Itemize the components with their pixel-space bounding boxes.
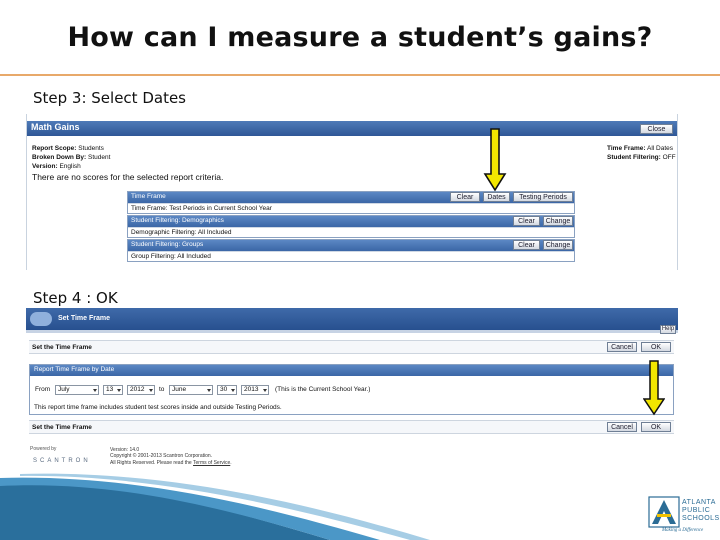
date-range-row: From July 13 2012 to June 30 2013 (This … [33, 385, 663, 397]
criteria-title: Student Filtering: Demographics [131, 217, 224, 224]
aps-line-2: PUBLIC [682, 507, 711, 514]
rights-line: All Rights Reserved. Please read the Ter… [110, 460, 232, 466]
broken-down-info: Broken Down By: Student [32, 154, 110, 161]
from-month-select[interactable]: July [55, 385, 99, 395]
date-range-panel: Report Time Frame by Date From July 13 2… [29, 364, 674, 415]
slide-title: How can I measure a student’s gains? [67, 22, 653, 53]
report-scope-label: Report Scope: [32, 145, 77, 152]
close-button[interactable]: Close [640, 124, 673, 134]
version-label: Version: [32, 163, 58, 170]
broken-down-label: Broken Down By: [32, 154, 87, 161]
terms-of-service-link[interactable]: Terms of Service [193, 460, 230, 466]
aps-line-3: SCHOOLS [682, 515, 720, 522]
groups-criteria-header: Student Filtering: Groups Clear Change [128, 240, 574, 251]
broken-down-value: Student [87, 154, 111, 161]
dates-button[interactable]: Dates [483, 192, 510, 202]
clear-button[interactable]: Clear [450, 192, 480, 202]
student-filtering-info: Student Filtering: OFF [607, 154, 676, 161]
ok-button[interactable]: OK [641, 342, 671, 352]
set-time-frame-title: Set Time Frame [58, 315, 111, 322]
student-filtering-label: Student Filtering: [607, 154, 661, 161]
groups-criteria: Student Filtering: Groups Clear Change G… [127, 239, 575, 262]
change-button[interactable]: Change [543, 240, 573, 250]
date-range-header: Report Time Frame by Date [30, 365, 673, 376]
aps-logo-icon [648, 496, 680, 528]
aps-wordmark: ATLANTA PUBLIC SCHOOLS [682, 499, 720, 523]
scantron-logo: SCANTRON [33, 458, 91, 464]
terms-end: . [230, 459, 232, 466]
demographics-criteria-header: Student Filtering: Demographics Clear Ch… [128, 216, 574, 227]
from-day-select[interactable]: 13 [103, 385, 123, 395]
to-month-select[interactable]: June [169, 385, 213, 395]
version-info: Version: English [32, 163, 81, 170]
time-frame-label: Time Frame: [607, 145, 646, 152]
report-scope-info: Report Scope: Students [32, 145, 104, 152]
criteria-detail-row: Time Frame: Test Periods in Current Scho… [128, 203, 574, 213]
set-time-frame-label: Set the Time Frame [32, 424, 92, 431]
criteria-detail: Demographic Filtering: All Included [131, 229, 232, 236]
powered-by-label: Powered by [30, 446, 57, 452]
math-gains-screenshot: Math Gains Close Report Scope: Students … [26, 114, 678, 270]
copyright-block: Version: 14.0 Copyright © 2001-2013 Scan… [110, 447, 232, 466]
current-year-note: (This is the Current School Year.) [275, 386, 371, 393]
set-time-frame-bar-top: Set the Time Frame Cancel OK [29, 340, 674, 354]
to-day-select[interactable]: 30 [217, 385, 237, 395]
set-time-frame-header: Set Time Frame [26, 308, 678, 330]
math-gains-header: Math Gains Close [27, 121, 677, 136]
cancel-button[interactable]: Cancel [607, 342, 637, 352]
criteria-detail-row: Demographic Filtering: All Included [128, 227, 574, 237]
title-divider [0, 74, 720, 76]
demographics-criteria: Student Filtering: Demographics Clear Ch… [127, 215, 575, 238]
header-stripe [26, 330, 678, 333]
from-year-select[interactable]: 2012 [127, 385, 155, 395]
testing-periods-button[interactable]: Testing Periods [513, 192, 573, 202]
cancel-button[interactable]: Cancel [607, 422, 637, 432]
set-time-frame-bar-bottom: Set the Time Frame Cancel OK [29, 420, 674, 434]
testing-periods-note: This report time frame includes student … [34, 404, 282, 411]
app-logo-icon [30, 312, 52, 326]
step-4-label: Step 4 : OK [33, 289, 118, 307]
from-label: From [35, 386, 51, 393]
decorative-swoosh [0, 473, 430, 540]
down-arrow-icon [643, 360, 665, 416]
change-button[interactable]: Change [543, 216, 573, 226]
student-filtering-value: OFF [662, 154, 676, 161]
criteria-detail: Group Filtering: All Included [131, 253, 211, 260]
criteria-detail-row: Group Filtering: All Included [128, 251, 574, 261]
down-arrow-icon [483, 128, 507, 192]
time-frame-criteria: Time Frame Clear Dates Testing Periods T… [127, 191, 575, 214]
version-value: English [59, 163, 81, 170]
step-3-label: Step 3: Select Dates [33, 89, 186, 107]
criteria-title: Time Frame [131, 193, 166, 200]
to-year-select[interactable]: 2013 [241, 385, 269, 395]
math-gains-title: Math Gains [31, 122, 80, 132]
report-scope-value: Students [78, 145, 104, 152]
to-label: to [159, 386, 165, 393]
ok-button[interactable]: OK [641, 422, 671, 432]
set-time-frame-screenshot: Set Time Frame Help Set the Time Frame C… [26, 308, 678, 440]
help-button[interactable]: Help [660, 325, 676, 334]
clear-button[interactable]: Clear [513, 240, 540, 250]
aps-line-1: ATLANTA [682, 499, 716, 506]
rights-text: All Rights Reserved. Please read the [110, 459, 192, 466]
time-frame-value: All Dates [647, 145, 674, 152]
clear-button[interactable]: Clear [513, 216, 540, 226]
no-scores-message: There are no scores for the selected rep… [32, 172, 224, 182]
time-frame-criteria-header: Time Frame Clear Dates Testing Periods [128, 192, 574, 203]
criteria-title: Student Filtering: Groups [131, 241, 204, 248]
criteria-detail: Time Frame: Test Periods in Current Scho… [131, 205, 272, 212]
aps-tagline: Making a Difference [662, 528, 704, 533]
date-range-title: Report Time Frame by Date [34, 366, 115, 373]
set-time-frame-label: Set the Time Frame [32, 344, 92, 351]
time-frame-info: Time Frame: All Dates [607, 145, 673, 152]
